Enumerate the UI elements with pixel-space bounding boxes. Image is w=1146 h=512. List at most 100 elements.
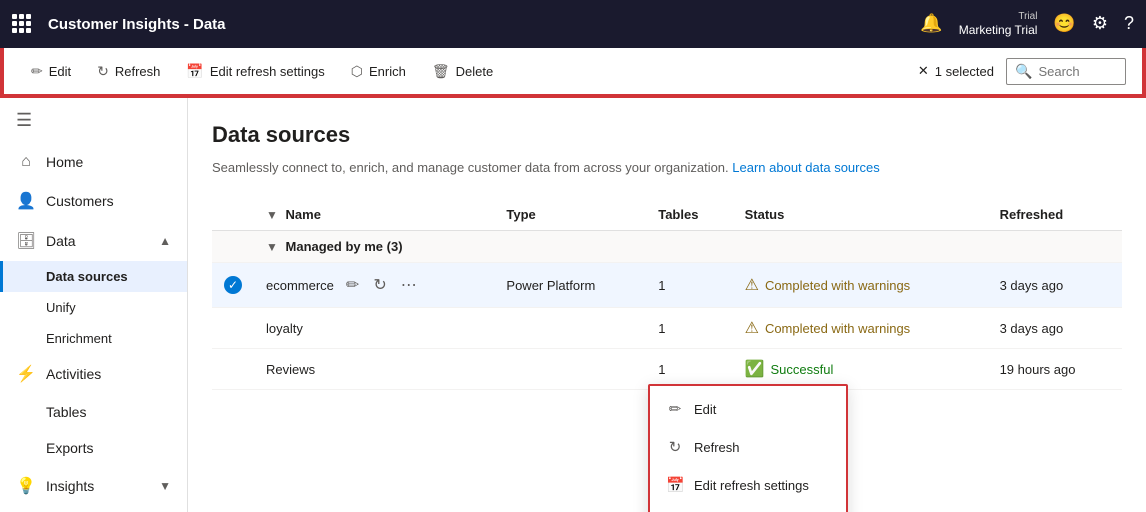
insights-icon: 💡 xyxy=(16,476,36,496)
table-row[interactable]: ✓ ecommerce ✏ ↻ ⋯ Power Platform xyxy=(212,263,1122,308)
table-row[interactable]: loyalty 1 ⚠ Completed with warnings 3 da… xyxy=(212,308,1122,349)
action-toolbar-container: ✏ Edit ↻ Refresh 📅 Edit refresh settings… xyxy=(0,48,1146,98)
context-refresh-icon: ↻ xyxy=(666,438,684,456)
learn-more-link[interactable]: Learn about data sources xyxy=(732,160,879,175)
refresh-icon: ↻ xyxy=(97,63,109,80)
enrich-button[interactable]: ⬡ Enrich xyxy=(340,56,417,87)
sidebar-item-data[interactable]: 🗄 Data ▲ xyxy=(0,221,187,261)
sidebar-exports-label: Exports xyxy=(46,440,171,456)
sidebar-activities-label: Activities xyxy=(46,366,171,382)
context-menu-edit[interactable]: ✏ Edit xyxy=(650,390,846,428)
hamburger-button[interactable]: ☰ xyxy=(0,98,187,143)
search-box[interactable]: 🔍 xyxy=(1006,58,1126,85)
row-edit-icon[interactable]: ✏ xyxy=(342,273,363,297)
edit-icon: ✏ xyxy=(31,63,43,80)
row-type-loyalty xyxy=(494,308,646,349)
row-name-loyalty: loyalty xyxy=(254,308,494,349)
main-content: Data sources Seamlessly connect to, enri… xyxy=(188,98,1146,512)
close-selection-icon[interactable]: ✕ xyxy=(918,63,929,79)
sidebar-data-label: Data xyxy=(46,233,149,249)
sidebar-item-data-sources[interactable]: Data sources xyxy=(0,261,187,292)
col-type: Type xyxy=(494,199,646,231)
context-calendar-icon: 📅 xyxy=(666,476,684,494)
search-input[interactable] xyxy=(1038,64,1118,79)
sidebar-home-label: Home xyxy=(46,154,171,170)
sidebar-data-sources-label: Data sources xyxy=(46,269,128,284)
row-tables-ecommerce: 1 xyxy=(646,263,732,308)
app-title: Customer Insights - Data xyxy=(48,16,226,33)
action-toolbar: ✏ Edit ↻ Refresh 📅 Edit refresh settings… xyxy=(2,48,1144,96)
context-menu-refresh[interactable]: ↻ Refresh xyxy=(650,428,846,466)
row-name-reviews: Reviews xyxy=(254,349,494,390)
sidebar-item-settings[interactable]: ⚙ Settings ▼ xyxy=(0,506,187,512)
row-actions-ecommerce: ✏ ↻ ⋯ xyxy=(342,273,421,297)
sidebar-tables-label: Tables xyxy=(46,404,171,420)
row-name-ecommerce: ecommerce ✏ ↻ ⋯ xyxy=(254,263,494,308)
sidebar-item-enrichment[interactable]: Enrichment xyxy=(0,323,187,354)
page-description: Seamlessly connect to, enrich, and manag… xyxy=(212,160,1122,175)
row-tables-loyalty: 1 xyxy=(646,308,732,349)
refresh-button[interactable]: ↻ Refresh xyxy=(86,56,171,87)
top-navigation: Customer Insights - Data 🔔 Trial Marketi… xyxy=(0,0,1146,48)
sidebar-item-home[interactable]: ⌂ Home xyxy=(0,143,187,181)
success-icon: ✅ xyxy=(745,359,765,379)
sidebar-item-customers[interactable]: 👤 Customers xyxy=(0,181,187,221)
search-icon: 🔍 xyxy=(1015,63,1032,80)
trial-badge: Trial Marketing Trial xyxy=(959,11,1038,37)
context-menu-edit-refresh[interactable]: 📅 Edit refresh settings xyxy=(650,466,846,504)
delete-button[interactable]: 🗑 Delete xyxy=(421,56,504,87)
toolbar-right: ✕ 1 selected 🔍 xyxy=(918,58,1126,85)
sidebar-unify-label: Unify xyxy=(46,300,76,315)
sidebar-item-unify[interactable]: Unify xyxy=(0,292,187,323)
sidebar-item-insights[interactable]: 💡 Insights ▼ xyxy=(0,466,187,506)
settings-icon[interactable]: ⚙ xyxy=(1092,13,1108,34)
customers-icon: 👤 xyxy=(16,191,36,211)
warning-icon: ⚠ xyxy=(745,275,759,295)
col-tables: Tables xyxy=(646,199,732,231)
main-layout: ☰ ⌂ Home 👤 Customers 🗄 Data ▲ Data sourc… xyxy=(0,98,1146,512)
collapse-all-icon[interactable]: ▼ xyxy=(266,208,278,222)
edit-refresh-settings-button[interactable]: 📅 Edit refresh settings xyxy=(175,56,335,87)
notification-icon[interactable]: 🔔 xyxy=(920,13,942,34)
row-refresh-icon[interactable]: ↻ xyxy=(369,273,390,297)
enrich-icon: ⬡ xyxy=(351,63,363,80)
sidebar-item-activities[interactable]: ⚡ Activities xyxy=(0,354,187,394)
context-edit-icon: ✏ xyxy=(666,400,684,418)
col-status: Status xyxy=(733,199,988,231)
chevron-up-icon: ▲ xyxy=(159,234,171,248)
row-status-ecommerce: ⚠ Completed with warnings xyxy=(733,263,988,308)
col-refreshed: Refreshed xyxy=(988,199,1122,231)
data-sources-table: ▼ Name Type Tables Status Refreshed ▼ Ma… xyxy=(212,199,1122,390)
row-refreshed-reviews: 19 hours ago xyxy=(988,349,1122,390)
data-icon: 🗄 xyxy=(16,231,36,251)
sidebar-insights-label: Insights xyxy=(46,478,149,494)
context-menu-enrich[interactable]: ⬡ Enrich xyxy=(650,504,846,512)
row-more-icon[interactable]: ⋯ xyxy=(397,273,421,297)
home-icon: ⌂ xyxy=(16,153,36,171)
calendar-icon: 📅 xyxy=(186,63,203,80)
sidebar-item-tables[interactable]: Tables xyxy=(0,394,187,430)
selected-count: ✕ 1 selected xyxy=(918,63,994,79)
delete-icon: 🗑 xyxy=(432,63,450,80)
sidebar: ☰ ⌂ Home 👤 Customers 🗄 Data ▲ Data sourc… xyxy=(0,98,188,512)
group-managed-by-me: ▼ Managed by me (3) xyxy=(212,231,1122,263)
group-collapse-icon[interactable]: ▼ xyxy=(266,240,278,254)
context-menu: ✏ Edit ↻ Refresh 📅 Edit refresh settings… xyxy=(648,384,848,512)
app-branding: Customer Insights - Data xyxy=(12,14,226,34)
user-icon[interactable]: 😊 xyxy=(1053,13,1075,34)
row-refreshed-ecommerce: 3 days ago xyxy=(988,263,1122,308)
edit-button[interactable]: ✏ Edit xyxy=(20,56,82,87)
sidebar-item-exports[interactable]: Exports xyxy=(0,430,187,466)
activities-icon: ⚡ xyxy=(16,364,36,384)
row-type-reviews xyxy=(494,349,646,390)
row-selected-indicator: ✓ xyxy=(224,276,242,294)
warning-icon-2: ⚠ xyxy=(745,318,759,338)
top-nav-right: 🔔 Trial Marketing Trial 😊 ⚙ ? xyxy=(920,11,1134,37)
help-icon[interactable]: ? xyxy=(1124,13,1134,34)
chevron-down-icon: ▼ xyxy=(159,479,171,493)
waffle-menu[interactable] xyxy=(12,14,32,34)
row-type-ecommerce: Power Platform xyxy=(494,263,646,308)
page-title: Data sources xyxy=(212,122,1122,148)
row-status-loyalty: ⚠ Completed with warnings xyxy=(733,308,988,349)
col-name: ▼ Name xyxy=(254,199,494,231)
